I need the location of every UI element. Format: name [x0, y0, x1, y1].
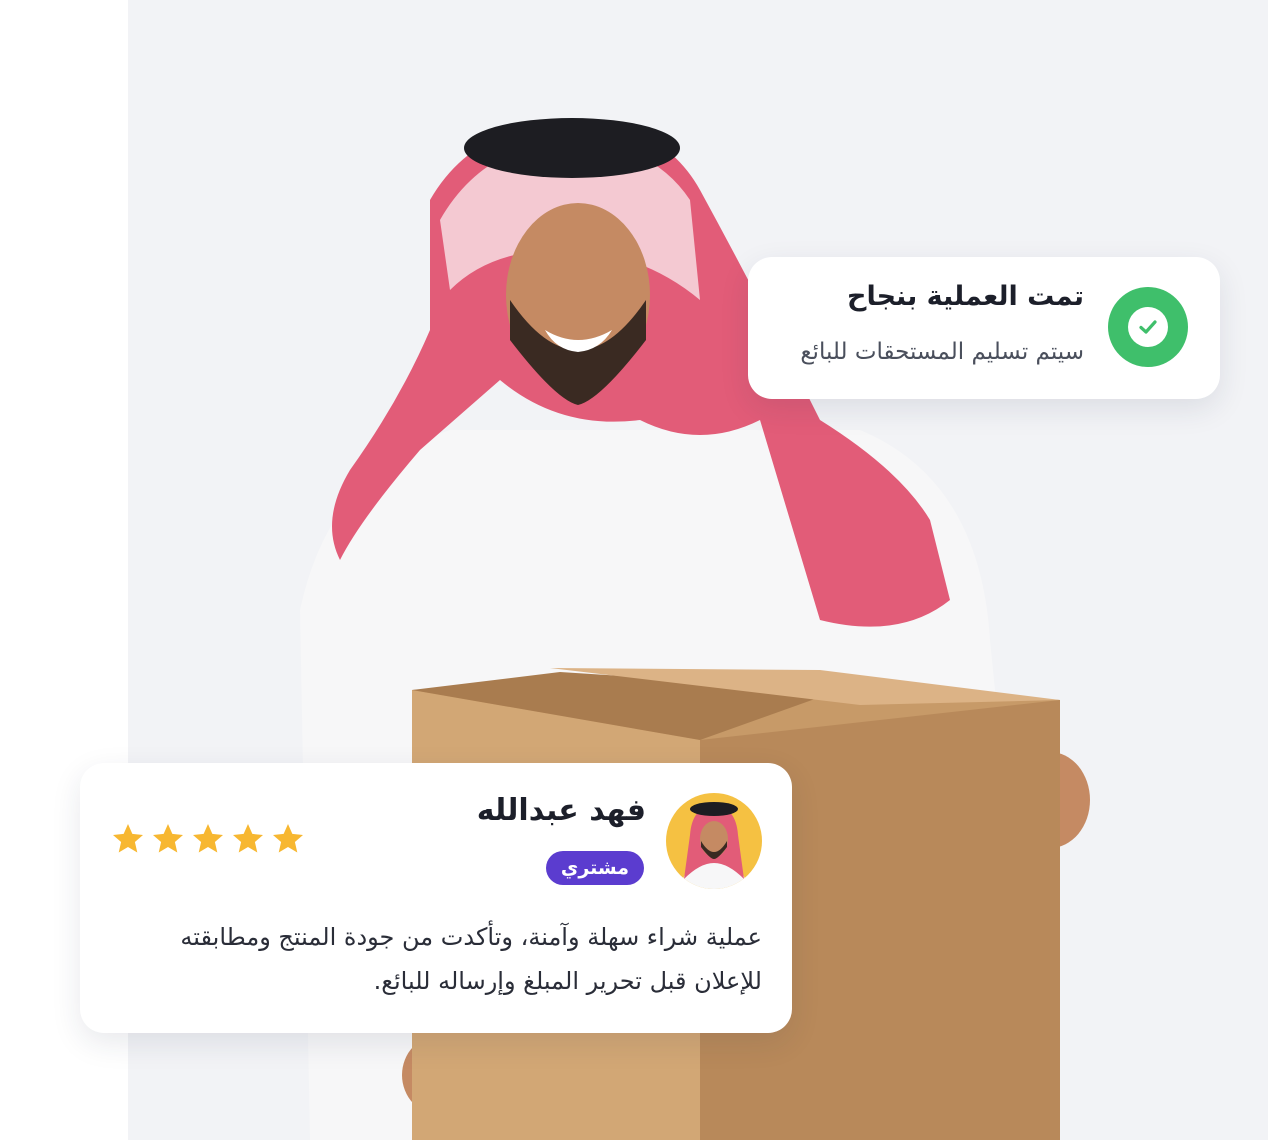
role-badge: مشتري — [545, 851, 644, 885]
success-title: تمت العملية بنجاح — [847, 281, 1084, 312]
check-icon — [1139, 320, 1157, 334]
avatar — [666, 793, 762, 889]
star-icon — [153, 824, 183, 853]
success-toast: تمت العملية بنجاح سيتم تسليم المستحقات ل… — [748, 257, 1220, 399]
rating-stars — [110, 821, 306, 857]
success-badge — [1108, 287, 1188, 367]
review-card: فهد عبدالله مشتري عملية شراء سهلة وآمنة،… — [80, 763, 792, 1033]
star-icon — [113, 824, 143, 853]
success-subtitle: سيتم تسليم المستحقات للبائع — [800, 339, 1084, 365]
star-icon — [273, 824, 303, 853]
star-icon — [233, 824, 263, 853]
reviewer-name: فهد عبدالله — [476, 793, 646, 828]
star-icon — [193, 824, 223, 853]
agal — [464, 118, 680, 178]
review-text: عملية شراء سهلة وآمنة، وتأكدت من جودة ال… — [180, 923, 762, 995]
